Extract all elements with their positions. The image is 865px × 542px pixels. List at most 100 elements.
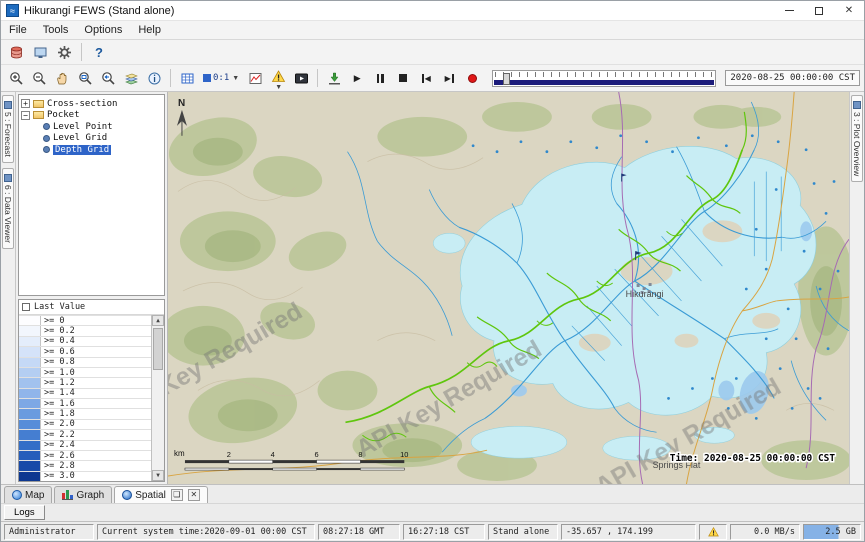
info-button[interactable] xyxy=(143,68,165,89)
time-slider-handle[interactable] xyxy=(503,73,510,85)
settings-button[interactable] xyxy=(53,42,75,63)
status-system-time: Current system time:2020-09-01 00:00 CST xyxy=(97,524,315,540)
time-slider[interactable] xyxy=(492,70,716,87)
tree-item-depth-grid[interactable]: Depth Grid xyxy=(21,144,162,156)
minimize-button[interactable] xyxy=(774,1,804,20)
tree-item-level-grid[interactable]: Level Grid xyxy=(21,133,162,145)
layer-panel: + Cross-section − Pocket Level Point Lev… xyxy=(16,92,168,484)
right-dock-strip: 3 : Plot Overview xyxy=(849,92,864,484)
expand-icon[interactable]: + xyxy=(21,99,30,108)
legend-row: >= 1.8 xyxy=(19,408,151,418)
legend-swatch xyxy=(19,358,41,367)
profile-chart-icon xyxy=(248,71,263,86)
status-warning-cell[interactable] xyxy=(699,524,727,540)
svg-text:N: N xyxy=(178,98,185,109)
legend-row: >= 0.6 xyxy=(19,346,151,356)
maximize-icon xyxy=(815,7,823,15)
menu-options[interactable]: Options xyxy=(76,21,130,40)
tab-map[interactable]: Map xyxy=(4,486,52,503)
tab-plot-overview[interactable]: 3 : Plot Overview xyxy=(851,95,863,182)
tree-item-level-point[interactable]: Level Point xyxy=(21,121,162,133)
close-icon: ✕ xyxy=(845,5,853,16)
help-button[interactable]: ? xyxy=(88,42,110,63)
folder-icon xyxy=(33,100,44,108)
svg-text:10: 10 xyxy=(400,450,408,459)
tree-item-pocket[interactable]: − Pocket xyxy=(21,110,162,122)
sphere-icon xyxy=(122,490,132,500)
step-back-icon: ◀ xyxy=(422,74,431,83)
chevron-down-icon: ▼ xyxy=(275,84,282,91)
step-forward-button[interactable]: ▶ xyxy=(438,68,460,89)
close-tab-icon[interactable]: ✕ xyxy=(188,489,200,501)
map-toolbar: 0:1 ▼ ▼ xyxy=(1,65,864,92)
legend-scrollbar[interactable]: ▲ ▼ xyxy=(151,315,164,481)
animation-button[interactable] xyxy=(290,68,312,89)
thresholds-button[interactable]: ▼ xyxy=(267,68,289,89)
display-button[interactable] xyxy=(29,42,51,63)
play-button[interactable]: ▶ xyxy=(346,68,368,89)
scroll-up-icon[interactable]: ▲ xyxy=(152,315,164,326)
tree-item-label: Pocket xyxy=(47,110,80,120)
export-button[interactable] xyxy=(323,68,345,89)
layer-node-icon xyxy=(43,135,50,142)
grid-scale-dropdown[interactable]: 0:1 ▼ xyxy=(199,71,243,85)
gear-icon xyxy=(57,45,72,60)
last-value-checkbox[interactable] xyxy=(22,303,30,311)
map-canvas[interactable]: API Key Required API Key Required API Ke… xyxy=(168,92,849,484)
undock-icon[interactable]: ❏ xyxy=(171,489,183,501)
toolbar-separator xyxy=(81,43,82,61)
map-time-label: Time: 2020-08-25 00:00:00 CST xyxy=(670,453,836,464)
scroll-down-icon[interactable]: ▼ xyxy=(152,470,164,481)
zoom-out-button[interactable] xyxy=(28,68,50,89)
app-window: ≈ Hikurangi FEWS (Stand alone) ✕ File To… xyxy=(0,0,865,542)
menu-tools[interactable]: Tools xyxy=(35,21,77,40)
legend-row: >= 0.2 xyxy=(19,325,151,335)
step-back-button[interactable]: ◀ xyxy=(415,68,437,89)
maximize-button[interactable] xyxy=(804,1,834,20)
pan-button[interactable] xyxy=(51,68,73,89)
layers-button[interactable] xyxy=(120,68,142,89)
logs-button[interactable]: Logs xyxy=(4,505,45,520)
legend-row: >= 1.0 xyxy=(19,367,151,377)
warning-icon xyxy=(271,69,286,84)
pause-icon xyxy=(377,74,384,83)
legend-title: Last Value xyxy=(34,302,85,312)
legend-header: Last Value xyxy=(19,300,164,315)
status-local-time: 16:27:18 CST xyxy=(403,524,485,540)
zoom-previous-button[interactable] xyxy=(97,68,119,89)
record-icon xyxy=(468,74,477,83)
scroll-thumb[interactable] xyxy=(153,328,163,370)
current-timestep: 2020-08-25 00:00:00 CST xyxy=(725,70,860,86)
tree-item-cross-section[interactable]: + Cross-section xyxy=(21,98,162,110)
legend-swatch xyxy=(19,326,41,335)
zoom-out-icon xyxy=(32,71,47,86)
menu-help[interactable]: Help xyxy=(130,21,169,40)
tab-data-viewer[interactable]: 6 : Data Viewer xyxy=(2,168,14,249)
legend-rows: >= 0 >= 0.2 >= 0.4 >= 0.6 >= 0.8 >= 1.0 … xyxy=(19,315,151,481)
legend-swatch xyxy=(19,420,41,429)
tab-plot-overview-label: 3 : Plot Overview xyxy=(852,112,862,176)
help-icon: ? xyxy=(95,45,103,60)
grid-display-button[interactable] xyxy=(176,68,198,89)
record-button[interactable] xyxy=(461,68,483,89)
stop-button[interactable] xyxy=(392,68,414,89)
profile-button[interactable] xyxy=(244,68,266,89)
legend-row: >= 2.6 xyxy=(19,450,151,460)
tab-forecast[interactable]: 5 : Forecast xyxy=(2,95,14,163)
collapse-icon[interactable]: − xyxy=(21,111,30,120)
svg-text:8: 8 xyxy=(358,450,362,459)
database-button[interactable] xyxy=(5,42,27,63)
tab-spatial[interactable]: Spatial ❏ ✕ xyxy=(114,486,208,503)
status-mode: Stand alone xyxy=(488,524,558,540)
status-memory[interactable]: 2.5 GB xyxy=(803,524,861,540)
menu-file[interactable]: File xyxy=(1,21,35,40)
close-button[interactable]: ✕ xyxy=(834,1,864,20)
app-icon: ≈ xyxy=(6,4,19,17)
zoom-box-button[interactable] xyxy=(74,68,96,89)
window-title: Hikurangi FEWS (Stand alone) xyxy=(24,5,174,17)
zoom-in-button[interactable] xyxy=(5,68,27,89)
tab-graph[interactable]: Graph xyxy=(54,486,112,503)
data-viewer-tab-icon xyxy=(4,174,12,182)
legend-swatch xyxy=(19,472,41,481)
pause-button[interactable] xyxy=(369,68,391,89)
